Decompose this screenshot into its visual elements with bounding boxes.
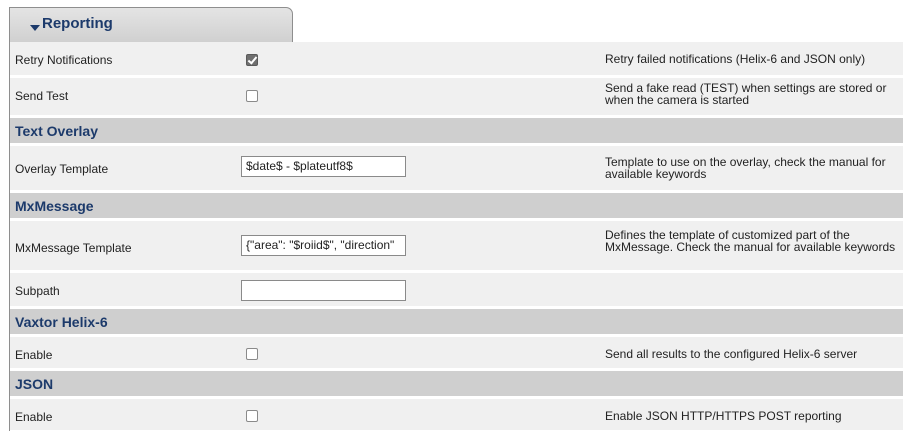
mxmessage-template-description: Defines the template of customized part …: [605, 228, 896, 254]
tab-reporting[interactable]: Reporting: [9, 7, 293, 42]
checkmark-icon: [247, 54, 258, 65]
caret-down-icon: [30, 25, 40, 31]
section-title-text-overlay: Text Overlay: [15, 123, 99, 139]
retry-notifications-label: Retry Notifications: [15, 53, 113, 67]
mxmessage-template-label: MxMessage Template: [15, 241, 132, 255]
send-test-label: Send Test: [15, 89, 69, 103]
helix-enable-checkbox[interactable]: [246, 348, 258, 360]
json-enable-checkbox[interactable]: [246, 410, 258, 422]
json-enable-description: Enable JSON HTTP/HTTPS POST reporting: [605, 409, 842, 423]
retry-notifications-checkbox[interactable]: [246, 54, 258, 66]
tab-label: Reporting: [42, 15, 113, 32]
send-test-description: Send a fake read (TEST) when settings ar…: [605, 81, 887, 107]
tab-bar: Reporting: [0, 0, 903, 42]
subpath-label: Subpath: [15, 284, 60, 298]
helix-enable-label: Enable: [15, 348, 53, 362]
section-title-mxmessage: MxMessage: [15, 198, 94, 214]
subpath-row: Subpath: [10, 273, 903, 309]
overlay-template-input[interactable]: $date$ - $plateutf8$: [241, 156, 406, 177]
subpath-input[interactable]: [241, 280, 406, 301]
section-mxmessage: MxMessage: [10, 193, 903, 221]
retry-notifications-row: Retry Notifications Retry failed notific…: [10, 42, 903, 78]
send-test-row: Send Test Send a fake read (TEST) when s…: [10, 78, 903, 118]
section-json: JSON: [10, 371, 903, 399]
overlay-template-label: Overlay Template: [15, 162, 109, 176]
mxmessage-template-row: MxMessage Template {"area": "$roiid$", "…: [10, 221, 903, 273]
settings-panel: Retry Notifications Retry failed notific…: [10, 42, 903, 433]
mxmessage-template-input[interactable]: {"area": "$roiid$", "direction": [241, 235, 406, 256]
overlay-template-row: Overlay Template $date$ - $plateutf8$ Te…: [10, 146, 903, 193]
overlay-template-description: Template to use on the overlay, check th…: [605, 155, 886, 181]
helix-enable-row: Enable Send all results to the configure…: [10, 337, 903, 371]
section-title-vaxtor-helix-6: Vaxtor Helix-6: [15, 314, 108, 330]
section-vaxtor-helix-6: Vaxtor Helix-6: [10, 309, 903, 337]
retry-notifications-description: Retry failed notifications (Helix-6 and …: [605, 52, 866, 66]
json-enable-row: Enable Enable JSON HTTP/HTTPS POST repor…: [10, 399, 903, 433]
send-test-checkbox[interactable]: [246, 90, 258, 102]
json-enable-label: Enable: [15, 410, 53, 424]
helix-enable-description: Send all results to the configured Helix…: [605, 347, 858, 361]
section-text-overlay: Text Overlay: [10, 118, 903, 146]
section-title-json: JSON: [15, 376, 54, 392]
